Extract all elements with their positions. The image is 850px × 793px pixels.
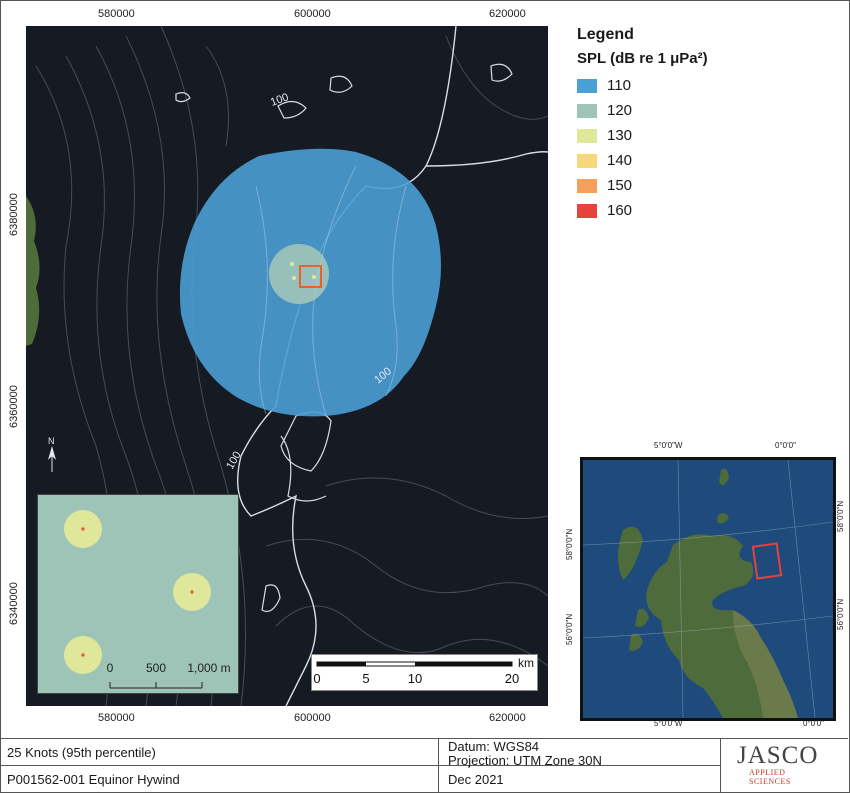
x-tick-label: 600000 bbox=[294, 8, 331, 20]
projection-label: Projection: UTM Zone 30N bbox=[448, 753, 602, 768]
scale-bar: km 0 5 10 20 bbox=[311, 654, 538, 691]
scale-label: 5 bbox=[362, 671, 369, 686]
x-tick-label: 580000 bbox=[98, 712, 135, 724]
locator-lat-label: 58°0'0"N bbox=[565, 528, 574, 560]
legend-item: 140 bbox=[577, 148, 837, 173]
legend-label: 110 bbox=[607, 77, 631, 94]
scale-unit: km bbox=[518, 656, 534, 670]
legend-item: 120 bbox=[577, 98, 837, 123]
legend-label: 140 bbox=[607, 152, 633, 169]
legend-swatch bbox=[577, 153, 597, 168]
scale-label: 0 bbox=[313, 671, 320, 686]
y-tick-label: 6360000 bbox=[8, 385, 20, 428]
turbine-marker bbox=[290, 262, 294, 266]
legend-label: 150 bbox=[607, 177, 633, 194]
logo-main-text: JASCO bbox=[737, 742, 819, 769]
x-tick-label: 620000 bbox=[489, 8, 526, 20]
scenario-label: 25 Knots (95th percentile) bbox=[7, 745, 156, 760]
legend-swatch bbox=[577, 128, 597, 143]
x-tick-label: 600000 bbox=[294, 712, 331, 724]
scale-label: 20 bbox=[505, 671, 519, 686]
legend-swatch bbox=[577, 103, 597, 118]
north-arrow-icon: N bbox=[48, 436, 56, 472]
legend-title: Legend bbox=[577, 26, 634, 43]
legend: Legend SPL (dB re 1 μPa²) 110 120 130 14… bbox=[577, 26, 837, 223]
inset-scale-label: 0 bbox=[107, 661, 114, 675]
locator-map[interactable] bbox=[580, 457, 836, 721]
contour-label: 100 bbox=[269, 91, 290, 109]
inset-map[interactable]: 0 500 1,000 m bbox=[37, 494, 239, 694]
title-block: 25 Knots (95th percentile) P001562-001 E… bbox=[1, 738, 848, 792]
date-label: Dec 2021 bbox=[448, 772, 504, 787]
inset-footprints: 0 500 1,000 m bbox=[64, 510, 231, 689]
legend-swatch bbox=[577, 78, 597, 93]
locator-lon-label: 5°0'0"W bbox=[654, 441, 683, 450]
inset-scale-bar: 0 500 1,000 m bbox=[107, 661, 231, 689]
coastline-land bbox=[26, 196, 40, 346]
locator-lon-label: 0°0'0" bbox=[775, 441, 796, 450]
locator-lat-label: 56°0'0"N bbox=[565, 613, 574, 645]
legend-item: 110 bbox=[577, 73, 837, 98]
datum-label: Datum: WGS84 bbox=[448, 739, 540, 754]
legend-label: 120 bbox=[607, 102, 633, 119]
turbine-marker bbox=[292, 276, 296, 280]
locator-lat-label: 56°0'0"N bbox=[836, 598, 845, 630]
jasco-logo: JASCO APPLIED SCIENCES bbox=[733, 742, 823, 788]
contour-label: 100 bbox=[224, 450, 244, 472]
locator-terrain bbox=[583, 460, 833, 718]
x-tick-label: 580000 bbox=[98, 8, 135, 20]
turbine-marker bbox=[312, 275, 316, 279]
locator-lat-label: 58°0'0"N bbox=[836, 500, 845, 532]
legend-item: 130 bbox=[577, 123, 837, 148]
legend-label: 130 bbox=[607, 127, 633, 144]
inset-scale-label: 500 bbox=[146, 661, 166, 675]
legend-label: 160 bbox=[607, 202, 633, 219]
inset-scale-label: 1,000 m bbox=[187, 661, 230, 675]
legend-swatch bbox=[577, 178, 597, 193]
y-tick-label: 6380000 bbox=[8, 193, 20, 236]
project-label: P001562-001 Equinor Hywind bbox=[7, 772, 180, 787]
legend-swatch bbox=[577, 203, 597, 218]
legend-subtitle: SPL (dB re 1 μPa²) bbox=[577, 50, 708, 67]
scale-label: 10 bbox=[408, 671, 422, 686]
svg-text:N: N bbox=[48, 436, 55, 446]
logo-sub-text: APPLIED SCIENCES bbox=[749, 768, 791, 786]
legend-item: 160 bbox=[577, 198, 837, 223]
y-tick-label: 6340000 bbox=[8, 582, 20, 625]
legend-item: 150 bbox=[577, 173, 837, 198]
x-tick-label: 620000 bbox=[489, 712, 526, 724]
